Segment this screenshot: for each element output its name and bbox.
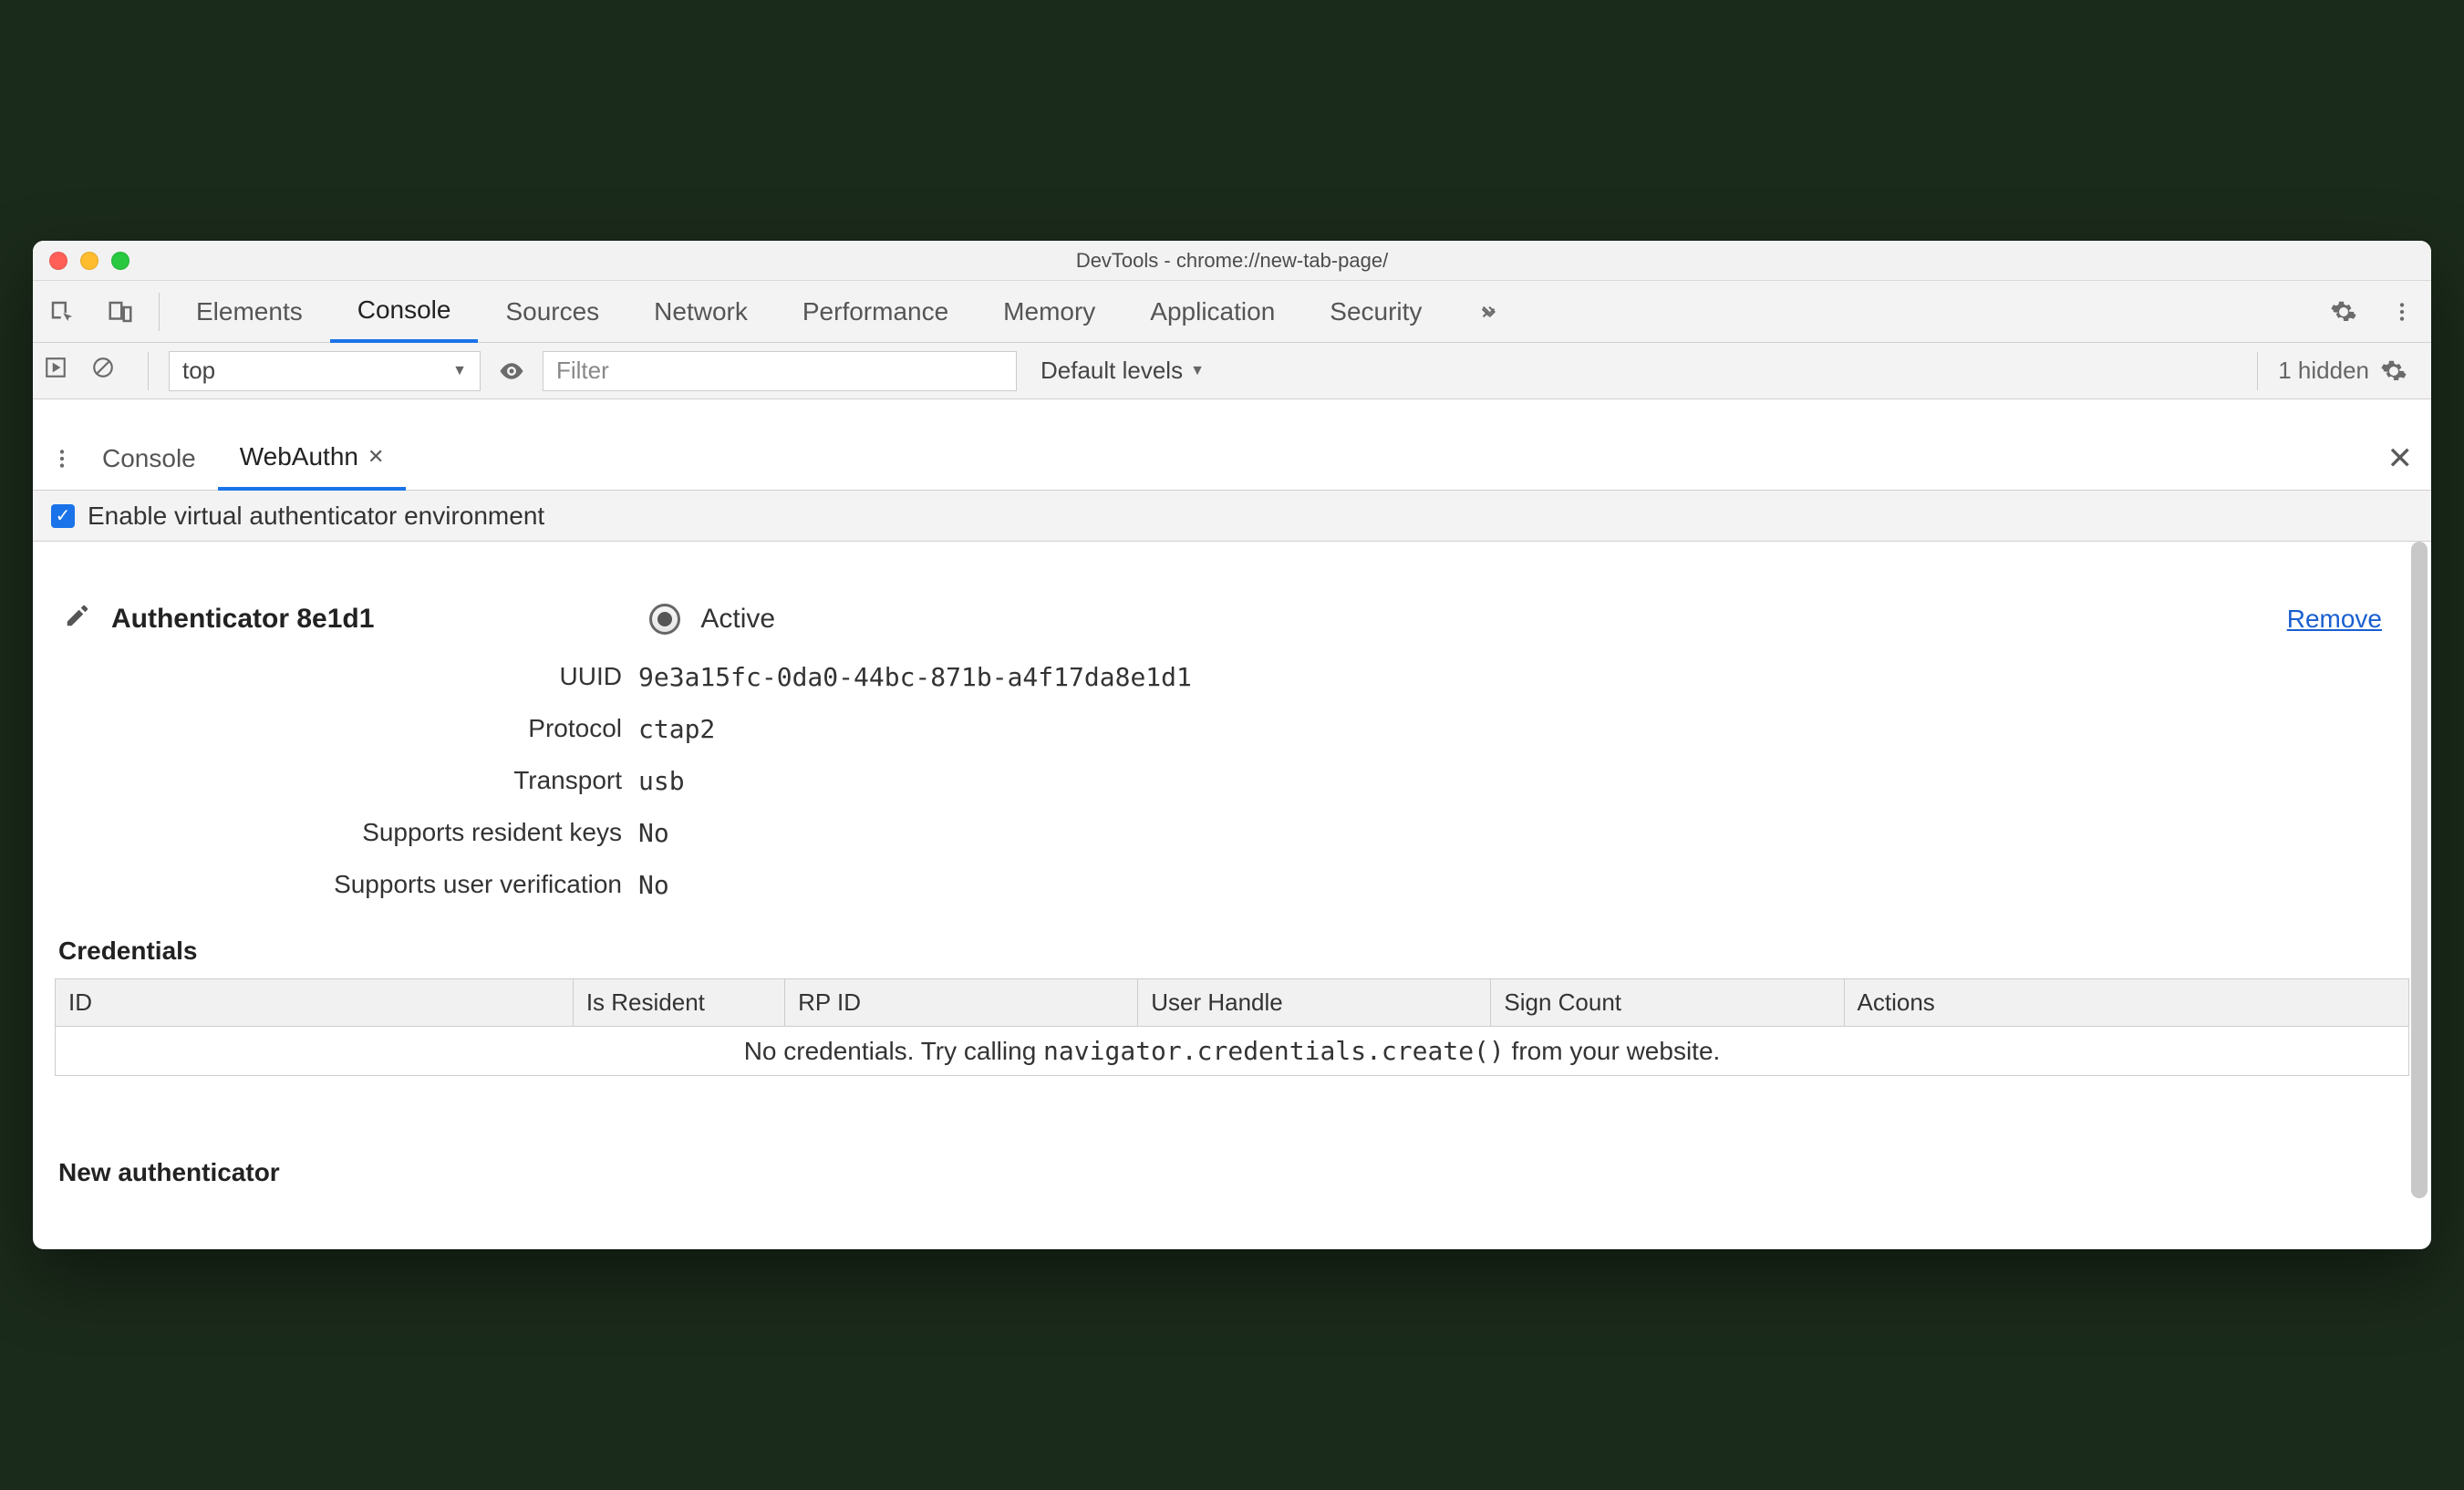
tab-label: Application: [1150, 297, 1275, 326]
tab-application[interactable]: Application: [1123, 281, 1302, 342]
separator: [148, 352, 149, 390]
remove-authenticator-link[interactable]: Remove: [2287, 605, 2382, 634]
new-authenticator-heading: New authenticator: [58, 1158, 2409, 1187]
transport-label: Transport: [55, 766, 638, 796]
enable-virtual-auth-label: Enable virtual authenticator environment: [88, 502, 544, 531]
tab-network[interactable]: Network: [626, 281, 775, 342]
table-header-row: ID Is Resident RP ID User Handle Sign Co…: [56, 979, 2409, 1027]
tab-label: Console: [102, 444, 196, 473]
tab-label: Sources: [505, 297, 599, 326]
tab-label: Console: [357, 295, 451, 325]
settings-gear-icon[interactable]: [2318, 286, 2369, 337]
device-toolbar-icon[interactable]: [95, 286, 146, 337]
tab-label: Security: [1330, 297, 1422, 326]
user-verification-label: Supports user verification: [55, 870, 638, 900]
close-drawer-icon[interactable]: ✕: [2387, 440, 2414, 477]
clear-console-icon[interactable]: [91, 356, 128, 386]
console-filter-input[interactable]: [543, 351, 1017, 391]
tab-label: Network: [654, 297, 748, 326]
tab-console[interactable]: Console: [330, 281, 479, 343]
authenticator-details: UUID 9e3a15fc-0da0-44bc-871b-a4f17da8e1d…: [55, 662, 2409, 900]
col-rp-id[interactable]: RP ID: [785, 979, 1138, 1027]
window-titlebar: DevTools - chrome://new-tab-page/: [33, 241, 2431, 281]
drawer-tab-webauthn[interactable]: WebAuthn ✕: [218, 428, 407, 491]
empty-state-cell: No credentials. Try calling navigator.cr…: [56, 1027, 2409, 1076]
separator: [159, 293, 160, 331]
devtools-window: DevTools - chrome://new-tab-page/ Elemen…: [33, 241, 2431, 1249]
empty-code: navigator.credentials.create(): [1043, 1036, 1505, 1066]
authenticator-header: Authenticator 8e1d1 Active Remove: [64, 602, 2409, 636]
webauthn-panel: Authenticator 8e1d1 Active Remove UUID 9…: [33, 542, 2431, 1249]
col-actions[interactable]: Actions: [1844, 979, 2408, 1027]
tab-label: Elements: [196, 297, 303, 326]
console-settings-gear-icon[interactable]: [2380, 357, 2420, 385]
panel-tabs: Elements Console Sources Network Perform…: [169, 281, 1527, 342]
window-controls: [33, 252, 129, 270]
tab-security[interactable]: Security: [1302, 281, 1449, 342]
transport-value: usb: [638, 766, 2409, 796]
col-user-handle[interactable]: User Handle: [1138, 979, 1491, 1027]
protocol-value: ctap2: [638, 714, 2409, 744]
maximize-window-button[interactable]: [111, 252, 129, 270]
window-title: DevTools - chrome://new-tab-page/: [33, 249, 2431, 273]
minimize-window-button[interactable]: [80, 252, 98, 270]
uuid-value: 9e3a15fc-0da0-44bc-871b-a4f17da8e1d1: [638, 662, 2409, 692]
resident-keys-value: No: [638, 818, 2409, 848]
hidden-messages-count[interactable]: 1 hidden: [2278, 357, 2369, 385]
log-level-selector[interactable]: Default levels ▼: [1028, 357, 1217, 385]
drawer-tab-console[interactable]: Console: [80, 427, 218, 490]
col-sign-count[interactable]: Sign Count: [1491, 979, 1844, 1027]
separator: [2257, 352, 2258, 390]
tab-label: Performance: [802, 297, 948, 326]
tab-elements[interactable]: Elements: [169, 281, 330, 342]
col-is-resident[interactable]: Is Resident: [573, 979, 784, 1027]
scrollbar-thumb[interactable]: [2411, 542, 2428, 1198]
tab-label: WebAuthn: [240, 442, 358, 471]
protocol-label: Protocol: [55, 714, 638, 744]
close-window-button[interactable]: [49, 252, 67, 270]
enable-strip: ✓ Enable virtual authenticator environme…: [33, 491, 2431, 542]
credentials-heading: Credentials: [58, 936, 2409, 966]
table-row-empty: No credentials. Try calling navigator.cr…: [56, 1027, 2409, 1076]
drawer-tabs: Console WebAuthn ✕ ✕: [33, 427, 2431, 491]
chevron-down-icon: ▼: [452, 363, 467, 379]
tab-label: Memory: [1003, 297, 1095, 326]
chevron-down-icon: ▼: [1190, 363, 1205, 379]
console-toolbar: top ▼ Default levels ▼ 1 hidden: [33, 343, 2431, 399]
main-toolbar: Elements Console Sources Network Perform…: [33, 281, 2431, 343]
execution-context-selector[interactable]: top ▼: [169, 351, 481, 391]
more-options-icon[interactable]: [2376, 286, 2428, 337]
resident-keys-label: Supports resident keys: [55, 818, 638, 848]
empty-suffix: from your website.: [1505, 1037, 1721, 1065]
uuid-label: UUID: [55, 662, 638, 692]
live-expression-icon[interactable]: [492, 357, 532, 385]
credentials-table: ID Is Resident RP ID User Handle Sign Co…: [55, 978, 2409, 1076]
tab-sources[interactable]: Sources: [478, 281, 626, 342]
tab-close-icon[interactable]: ✕: [368, 445, 384, 469]
user-verification-value: No: [638, 870, 2409, 900]
tab-memory[interactable]: Memory: [976, 281, 1123, 342]
col-id[interactable]: ID: [56, 979, 574, 1027]
tabs-overflow-button[interactable]: [1449, 281, 1527, 342]
active-label: Active: [700, 604, 775, 635]
empty-prefix: No credentials. Try calling: [744, 1037, 1043, 1065]
enable-virtual-auth-checkbox[interactable]: ✓: [51, 504, 75, 528]
authenticator-title: Authenticator 8e1d1: [111, 604, 374, 635]
inspect-element-icon[interactable]: [36, 286, 88, 337]
execution-play-icon[interactable]: [44, 356, 80, 386]
tab-performance[interactable]: Performance: [775, 281, 976, 342]
context-label: top: [182, 357, 215, 385]
levels-label: Default levels: [1040, 357, 1183, 385]
edit-pencil-icon[interactable]: [64, 602, 91, 636]
drawer-more-icon[interactable]: [44, 447, 80, 471]
active-radio[interactable]: [649, 604, 680, 635]
